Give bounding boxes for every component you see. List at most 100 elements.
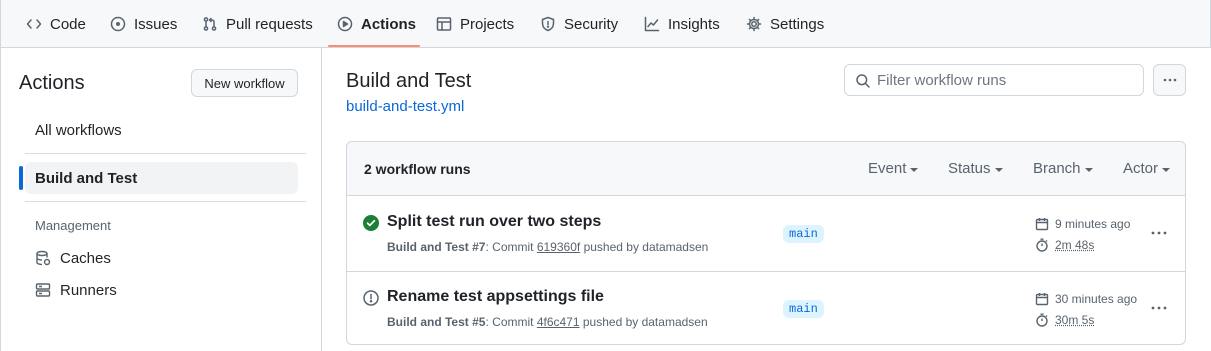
server-icon — [35, 283, 51, 297]
run-title-link[interactable]: Split test run over two steps — [387, 213, 601, 231]
branch-label[interactable]: main — [783, 225, 824, 243]
event-filter-button[interactable]: Event — [868, 160, 919, 177]
run-number: #5 — [472, 315, 486, 329]
run-options-button[interactable] — [1147, 298, 1171, 318]
run-duration: 2m 48s — [1035, 238, 1094, 252]
stopwatch-icon — [1036, 313, 1048, 327]
table-icon — [436, 17, 452, 31]
code-icon — [26, 19, 42, 29]
caret-down-icon — [1162, 167, 1171, 172]
workflow-runs-list: 2 workflow runs Event Status Branch Acto… — [346, 141, 1186, 345]
database-icon — [36, 250, 51, 266]
filter-runs-input[interactable] — [877, 71, 1127, 89]
actions-sidebar: Actions New workflow All workflows Build… — [0, 48, 322, 351]
run-commit-prefix: : Commit — [485, 240, 534, 254]
filter-runs-field[interactable] — [844, 64, 1144, 96]
tab-label: Security — [564, 15, 619, 33]
sidebar-divider — [25, 153, 306, 154]
tab-issues[interactable]: Issues — [110, 0, 177, 48]
run-duration-value: 2m 48s — [1055, 238, 1095, 252]
tab-pull-requests[interactable]: Pull requests — [202, 0, 313, 48]
new-workflow-button[interactable]: New workflow — [191, 69, 298, 97]
run-commit-prefix: : Commit — [485, 315, 534, 329]
gear-icon — [746, 16, 762, 32]
tab-label: Settings — [770, 15, 825, 33]
search-icon — [856, 74, 870, 88]
run-number: #7 — [472, 240, 486, 254]
shield-icon — [541, 16, 555, 32]
tab-label: Pull requests — [226, 15, 313, 33]
tab-insights[interactable]: Insights — [644, 0, 720, 48]
actor-filter-button[interactable]: Actor — [1123, 160, 1171, 177]
filter-label: Actor — [1123, 160, 1159, 177]
run-meta: Build and Test #5: Commit 4f6c471 pushed… — [387, 315, 708, 329]
kebab-horizontal-icon — [1163, 78, 1176, 82]
tab-label: Actions — [361, 15, 417, 33]
runs-header: 2 workflow runs Event Status Branch Acto… — [347, 142, 1185, 196]
sidebar-item-runners[interactable]: Runners — [35, 278, 117, 302]
tab-actions[interactable]: Actions — [337, 0, 416, 48]
sidebar-item-caches[interactable]: Caches — [35, 246, 111, 270]
run-pushed-by: pushed by datamadsen — [583, 240, 709, 254]
tab-settings[interactable]: Settings — [746, 0, 824, 48]
sidebar-item-build-and-test[interactable]: Build and Test — [25, 162, 298, 194]
more-options-button[interactable] — [1153, 64, 1186, 96]
calendar-icon — [1035, 218, 1049, 231]
graph-icon — [644, 16, 660, 32]
workflow-run-row[interactable]: Rename test appsettings file Build and T… — [347, 271, 1185, 344]
tab-security[interactable]: Security — [540, 0, 618, 48]
run-workflow-name: Build and Test — [387, 240, 469, 254]
sidebar-item-label: Runners — [60, 281, 117, 299]
kebab-horizontal-icon — [1151, 306, 1167, 310]
run-duration: 30m 5s — [1035, 313, 1094, 327]
filter-label: Branch — [1033, 160, 1081, 177]
git-pull-request-icon — [203, 17, 217, 31]
run-time-ago: 30 minutes ago — [1055, 292, 1138, 306]
repo-nav: Code Issues Pull requests Actions Projec… — [0, 0, 1211, 48]
tab-label: Projects — [460, 15, 515, 33]
issue-opened-icon — [110, 16, 126, 32]
run-time-ago: 9 minutes ago — [1055, 217, 1131, 231]
commit-link[interactable]: 619360f — [537, 240, 580, 254]
run-timestamp: 9 minutes ago — [1035, 217, 1130, 231]
workflow-title: Build and Test — [346, 70, 472, 92]
workflow-file-link[interactable]: build-and-test.yml — [346, 98, 464, 115]
caret-down-icon — [1084, 167, 1093, 172]
tab-label: Code — [50, 15, 86, 33]
caret-down-icon — [910, 167, 919, 172]
kebab-horizontal-icon — [1151, 231, 1167, 235]
filter-label: Status — [948, 160, 991, 177]
run-timestamp: 30 minutes ago — [1035, 292, 1137, 306]
play-icon — [337, 16, 353, 32]
run-title-link[interactable]: Rename test appsettings file — [387, 288, 604, 306]
run-duration-value: 30m 5s — [1055, 313, 1095, 327]
check-circle-fill-icon — [363, 215, 379, 231]
commit-link[interactable]: 4f6c471 — [537, 315, 580, 329]
stopwatch-icon — [1036, 238, 1048, 252]
tab-label: Insights — [668, 15, 720, 33]
runs-count: 2 workflow runs — [364, 161, 471, 177]
tab-label: Issues — [134, 15, 178, 33]
calendar-icon — [1035, 293, 1049, 306]
sidebar-divider — [25, 201, 306, 202]
branch-filter-button[interactable]: Branch — [1033, 160, 1093, 177]
run-workflow-name: Build and Test — [387, 315, 469, 329]
caret-down-icon — [994, 167, 1003, 172]
workflow-run-row[interactable]: Split test run over two steps Build and … — [347, 197, 1185, 271]
run-meta: Build and Test #7: Commit 619360f pushed… — [387, 240, 708, 254]
sidebar-item-all-workflows[interactable]: All workflows — [25, 114, 298, 146]
tab-code[interactable]: Code — [26, 0, 86, 48]
sidebar-item-label: All workflows — [35, 121, 122, 139]
status-filter-button[interactable]: Status — [948, 160, 1003, 177]
skip-circle-icon — [363, 290, 379, 306]
tab-projects[interactable]: Projects — [436, 0, 514, 48]
run-options-button[interactable] — [1147, 223, 1171, 243]
management-heading: Management — [35, 218, 111, 233]
selected-indicator — [19, 166, 23, 190]
active-tab-underline — [328, 45, 420, 47]
run-pushed-by: pushed by datamadsen — [582, 315, 708, 329]
filter-label: Event — [868, 160, 907, 177]
branch-label[interactable]: main — [783, 300, 824, 318]
sidebar-item-label: Build and Test — [35, 169, 138, 187]
sidebar-title: Actions — [19, 72, 85, 94]
